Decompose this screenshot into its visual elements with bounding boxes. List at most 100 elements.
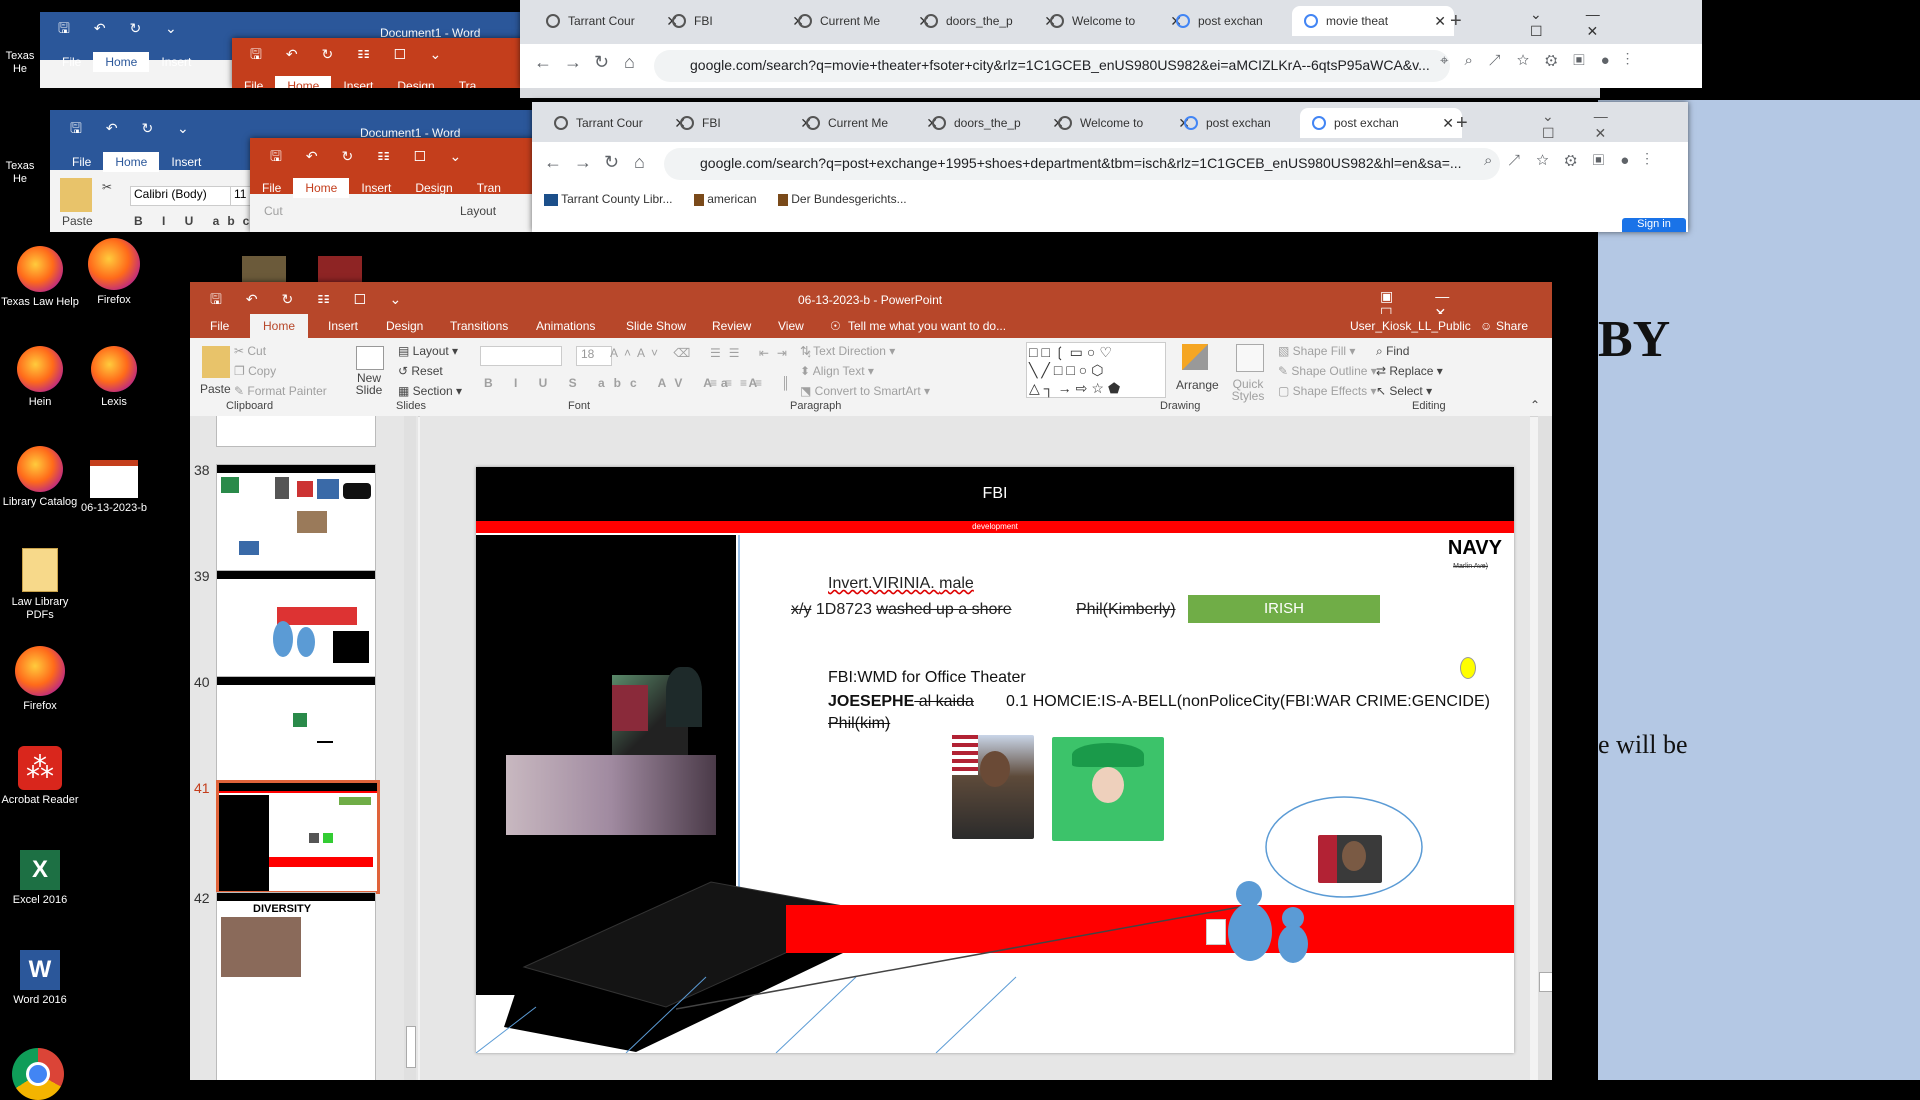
paste-button[interactable]: Paste xyxy=(200,382,231,396)
reload-icon[interactable]: ↻ xyxy=(594,52,609,73)
tab-file[interactable]: File xyxy=(50,55,93,69)
powerpoint-window-bg-2[interactable]: 🖫 ↶ ↻ ☷ ☐ ⌄ File Home Insert Design Tran Cut… xyxy=(250,138,550,232)
tab-home[interactable]: Home xyxy=(103,152,160,172)
new-tab-button[interactable]: + xyxy=(1450,10,1462,33)
slide-thumbnail-42[interactable]: DIVERSITY xyxy=(216,892,376,1080)
slide-text-line-1[interactable]: Invert.VIRINIA. male xyxy=(828,575,974,593)
layout-button[interactable]: ▤ Layout ▾ xyxy=(398,344,458,358)
tab-transitions[interactable]: Tran xyxy=(465,181,513,195)
desktop-icon-law-library-pdfs[interactable]: Law Library PDFs xyxy=(0,548,80,622)
find-button[interactable]: ⌕ Find xyxy=(1376,344,1409,359)
slide-header[interactable]: FBI xyxy=(476,467,1514,521)
convert-smartart-button[interactable]: ⬔ Convert to SmartArt ▾ xyxy=(800,384,930,398)
tab-transitions[interactable]: Transitions xyxy=(450,319,508,333)
powerpoint-window-bg-1[interactable]: 🖫 ↶ ↻ ☷ ☐ ⌄ File Home Insert Design Tra xyxy=(232,38,532,88)
desktop-icon-firefox-2[interactable]: Firefox xyxy=(0,646,80,713)
slide-phil-kim[interactable]: Phil(kim) xyxy=(828,715,890,733)
font-name-box[interactable] xyxy=(480,346,562,366)
tab-insert[interactable]: Insert xyxy=(349,181,403,195)
reset-button[interactable]: ↺ Reset xyxy=(398,364,443,378)
slide-thumbnail-38[interactable] xyxy=(216,464,376,572)
quick-access-toolbar[interactable]: 🖫 ↶ ↻ ☷ ☐ ⌄ xyxy=(250,44,451,68)
desktop-icon-hein[interactable]: Hein xyxy=(0,346,80,409)
slide-joesephe-line[interactable]: JOESEPHE al kaida xyxy=(828,693,974,711)
tab-design[interactable]: Design xyxy=(386,319,423,333)
layout-button[interactable]: Layout xyxy=(460,204,496,218)
back-icon[interactable]: ← xyxy=(544,152,562,173)
tab-home[interactable]: Home xyxy=(293,178,350,198)
slide-canvas[interactable]: FBI development Invert.VIRINIA. male x/y… xyxy=(476,467,1514,1053)
shape-outline-button[interactable]: ✎ Shape Outline ▾ xyxy=(1278,364,1377,378)
bookmark-item[interactable]: Tarrant County Libr... xyxy=(561,192,672,206)
quick-styles-button[interactable]: Quick Styles xyxy=(1226,378,1270,402)
arrange-button[interactable]: Arrange xyxy=(1176,378,1219,392)
quick-access-toolbar[interactable]: 🖫 ↶ ↻ ⌄ xyxy=(70,118,199,142)
tab-transitions[interactable]: Tra xyxy=(447,79,489,88)
tab-design[interactable]: Design xyxy=(385,79,446,88)
align-text-button[interactable]: ⬍ Align Text ▾ xyxy=(800,364,874,378)
tab-file[interactable]: File xyxy=(250,181,293,195)
format-painter-button[interactable]: ✎ Format Painter xyxy=(234,384,327,398)
tab-review[interactable]: Review xyxy=(712,319,751,333)
tell-me-box[interactable]: Tell me what you want to do... xyxy=(848,319,1006,333)
shape-fill-button[interactable]: ▧ Shape Fill ▾ xyxy=(1278,344,1355,358)
desktop-icon-texas-law-help[interactable]: Texas Law Help xyxy=(0,246,80,309)
scrollbar-thumb[interactable] xyxy=(406,1026,416,1068)
font-size-box[interactable]: 18 xyxy=(576,346,612,366)
desktop-icon-lexis[interactable]: Lexis xyxy=(74,346,154,409)
tab-insert[interactable]: Insert xyxy=(328,319,358,333)
desktop-icon-partial[interactable]: Texas He xyxy=(0,110,40,186)
slide-portrait-image-3[interactable] xyxy=(1318,835,1382,883)
font-size-buttons[interactable]: A˄A˅ ⌫ xyxy=(610,346,696,360)
slide-person-body-2[interactable] xyxy=(1278,925,1308,963)
slide-thumbnail-41-selected[interactable] xyxy=(216,780,380,894)
new-slide-button[interactable]: New Slide xyxy=(352,372,386,396)
chrome-icon[interactable] xyxy=(12,1048,64,1100)
new-slide-icon[interactable] xyxy=(356,346,384,370)
slide-subheader-bar[interactable]: development xyxy=(476,521,1514,533)
slide-portrait-image-1[interactable] xyxy=(952,735,1034,839)
slide-navy-label[interactable]: NAVY xyxy=(1448,537,1502,560)
signin-button[interactable]: Sign in xyxy=(1622,218,1686,232)
desktop-icon-word[interactable]: W Word 2016 xyxy=(0,950,80,1007)
copy-button[interactable]: ❐ Copy xyxy=(234,364,276,378)
address-bar[interactable]: google.com/search?q=movie+theater+fsoter… xyxy=(654,50,1450,82)
bookmark-item[interactable]: american xyxy=(707,192,756,206)
tab-insert[interactable]: Insert xyxy=(159,155,213,169)
toolbar-icons[interactable]: ⌕↗☆⚙▣●⋮ xyxy=(1484,152,1665,169)
tab-animations[interactable]: Animations xyxy=(536,319,595,333)
toolbar-icons[interactable]: ⌖⌕↗☆⚙▣●⋮ xyxy=(1440,52,1645,69)
desktop-icon-acrobat-reader[interactable]: ⁂ Acrobat Reader xyxy=(0,746,80,807)
address-bar[interactable]: google.com/search?q=post+exchange+1995+s… xyxy=(664,148,1500,180)
tab-file[interactable]: File xyxy=(210,319,229,333)
select-button[interactable]: ↖ Select ▾ xyxy=(1376,384,1432,398)
home-icon[interactable]: ⌂ xyxy=(634,152,645,173)
tab-view[interactable]: View xyxy=(778,319,804,333)
desktop-icon-partial[interactable]: Texas He xyxy=(0,0,40,76)
shape-effects-button[interactable]: ▢ Shape Effects ▾ xyxy=(1278,384,1377,398)
slide-homcie-text[interactable]: 0.1 HOMCIE:IS-A-BELL(nonPoliceCity(FBI:W… xyxy=(1006,693,1490,711)
tab-insert[interactable]: Insert xyxy=(331,79,385,88)
slide-thumbnail-partial[interactable] xyxy=(216,416,376,447)
slide-phil-kimberly[interactable]: Phil(Kimberly) xyxy=(1076,601,1176,619)
browser-tab-active[interactable]: post exchan ✕ xyxy=(1300,108,1462,138)
quick-access-toolbar[interactable]: 🖫 ↶ ↻ ☷ ☐ ⌄ xyxy=(270,146,471,170)
reload-icon[interactable]: ↻ xyxy=(604,152,619,173)
slide-thumbnail-pane[interactable]: 38 39 40 41 42 DIVERSITY xyxy=(190,416,418,1080)
cut-icon[interactable]: ✂ xyxy=(102,180,112,194)
home-icon[interactable]: ⌂ xyxy=(624,52,635,73)
forward-icon[interactable]: → xyxy=(574,152,592,173)
desktop-icon-excel[interactable]: X Excel 2016 xyxy=(0,850,80,907)
collapse-ribbon-icon[interactable]: ⌃ xyxy=(1530,398,1540,412)
browser-tab-active[interactable]: movie theat ✕ xyxy=(1292,6,1454,36)
new-tab-button[interactable]: + xyxy=(1456,112,1468,135)
thumb-scrollbar[interactable] xyxy=(404,416,416,1080)
paste-icon[interactable] xyxy=(60,178,92,212)
alignment-buttons[interactable]: ≡≡≡≡ ║ xyxy=(710,376,798,390)
slide-scrollbar[interactable] xyxy=(1538,416,1552,1080)
chrome-window-2[interactable]: Tarrant Cour ✕ FBI ✕ Current Me ✕ doors_the… xyxy=(532,102,1688,232)
tab-home[interactable]: Home xyxy=(275,76,332,88)
shapes-gallery[interactable]: □□❲▭○♡ ╲╱□□○⬡ △┐→⇨☆⬟ xyxy=(1026,342,1166,398)
slide-irish-box[interactable]: IRISH xyxy=(1188,595,1380,623)
tab-file[interactable]: File xyxy=(60,155,103,169)
